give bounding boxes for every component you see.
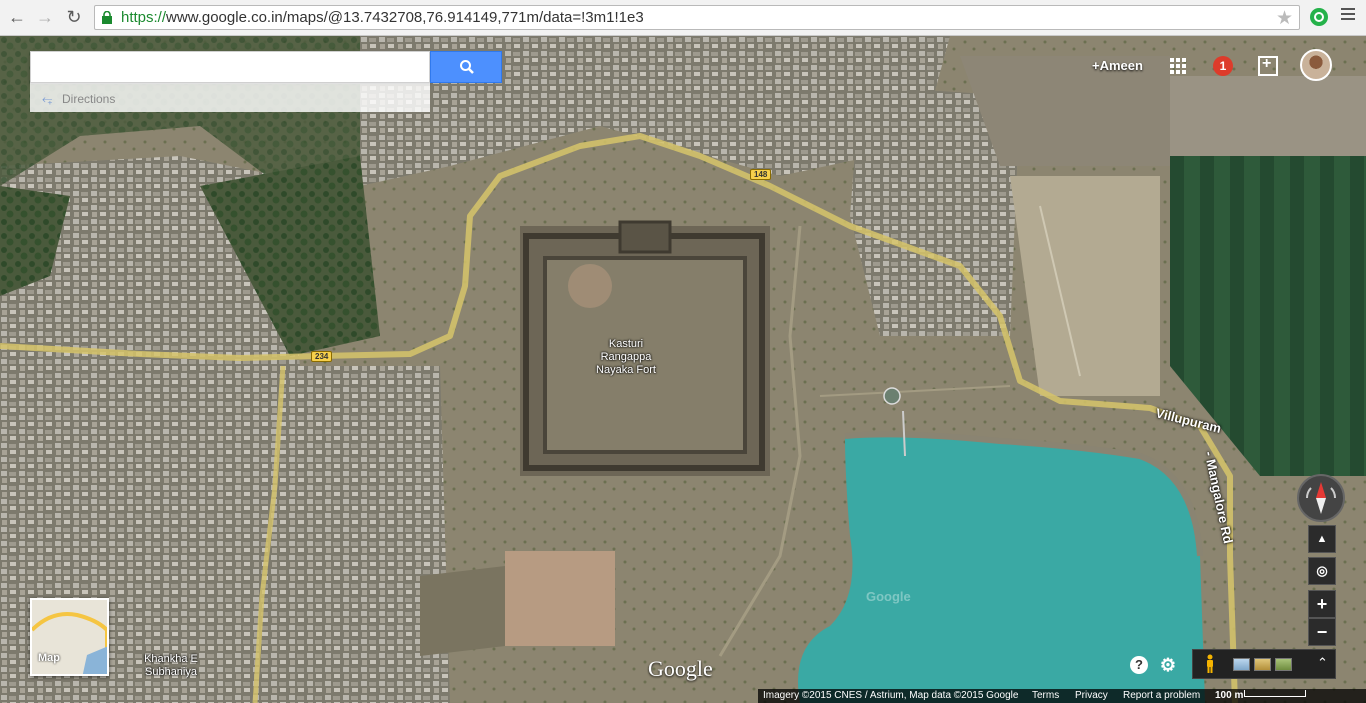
locality-label-line-1: Khankha E — [144, 653, 198, 665]
place-label-fort[interactable]: Kasturi Rangappa Nayaka Fort — [588, 338, 664, 377]
apps-grid-icon[interactable] — [1170, 58, 1187, 75]
avatar[interactable] — [1300, 49, 1332, 81]
compass-control[interactable] — [1297, 474, 1345, 522]
satellite-imagery — [0, 36, 1366, 703]
google-logo: Google — [648, 656, 713, 681]
url-protocol: https:// — [121, 9, 167, 26]
browser-menu-icon[interactable] — [1341, 8, 1355, 22]
report-problem-link[interactable]: Report a problem — [1123, 690, 1200, 701]
search-input[interactable] — [31, 52, 429, 82]
search-box[interactable] — [30, 51, 430, 83]
imagery-thumb-2[interactable] — [1254, 658, 1271, 671]
imagery-strip: ⌃ — [1192, 649, 1336, 679]
directions-link[interactable]: ⥆ Directions — [30, 83, 430, 112]
place-label-line-2: Rangappa — [600, 351, 652, 363]
lock-icon — [102, 11, 112, 24]
directions-icon: ⥆ — [42, 91, 53, 106]
search-button[interactable] — [430, 51, 502, 83]
reload-icon[interactable]: ↻ — [63, 6, 85, 28]
url-path: www.google.co.in/maps/@13.7432708,76.914… — [166, 9, 644, 26]
zoom-out-button[interactable]: − — [1308, 618, 1336, 646]
locality-label: Khankha E Subhaniya — [136, 653, 206, 679]
help-icon[interactable]: ? — [1130, 656, 1148, 674]
my-location-button[interactable]: ◎ — [1308, 557, 1336, 585]
chevron-up-icon[interactable]: ⌃ — [1317, 655, 1328, 671]
address-bar[interactable]: https://www.google.co.in/maps/@13.743270… — [94, 5, 1300, 30]
road-shield-b: 148 — [750, 169, 772, 180]
search-icon — [460, 60, 474, 74]
imagery-thumb-3[interactable] — [1275, 658, 1292, 671]
scale-label[interactable]: 100 m — [1215, 690, 1243, 701]
url-text: https://www.google.co.in/maps/@13.743270… — [121, 9, 644, 26]
extension-icon[interactable] — [1310, 8, 1328, 26]
back-icon[interactable]: ← — [6, 6, 28, 28]
notification-badge[interactable]: 1 — [1213, 56, 1233, 76]
terms-link[interactable]: Terms — [1032, 690, 1059, 701]
imagery-thumb-1[interactable] — [1233, 658, 1250, 671]
account-name-link[interactable]: +Ameen — [1092, 58, 1143, 73]
attribution-bar: Imagery ©2015 CNES / Astrium, Map data ©… — [758, 689, 1366, 703]
map-canvas[interactable]: ⥆ Directions +Ameen 1 Kasturi Rangappa N… — [0, 36, 1366, 703]
gear-icon[interactable]: ⚙ — [1159, 656, 1177, 674]
minimap-label: Map — [38, 652, 60, 664]
privacy-link[interactable]: Privacy — [1075, 690, 1108, 701]
compass-needle-icon — [1305, 482, 1337, 514]
place-label-line-1: Kasturi — [608, 338, 644, 350]
forward-icon[interactable]: → — [34, 6, 56, 28]
directions-label: Directions — [62, 92, 116, 106]
road-shield-a: 234 — [311, 351, 333, 362]
imagery-attribution: Imagery ©2015 CNES / Astrium, Map data ©… — [763, 690, 1019, 701]
bookmark-star-icon[interactable]: ★ — [1276, 7, 1293, 30]
scale-bar — [1244, 690, 1306, 697]
share-plus-icon[interactable] — [1258, 55, 1278, 76]
place-label-line-3: Nayaka Fort — [596, 364, 656, 376]
locality-label-line-2: Subhaniya — [145, 666, 197, 678]
imagery-watermark: Google — [866, 589, 911, 604]
map-view-toggle[interactable]: Map — [30, 598, 109, 676]
pegman-icon[interactable] — [1205, 654, 1215, 674]
tilt-3d-button[interactable]: ▲ — [1308, 525, 1336, 553]
browser-toolbar: ← → ↻ https://www.google.co.in/maps/@13.… — [0, 0, 1366, 36]
minimap-thumbnail — [32, 600, 107, 674]
zoom-in-button[interactable]: + — [1308, 590, 1336, 618]
